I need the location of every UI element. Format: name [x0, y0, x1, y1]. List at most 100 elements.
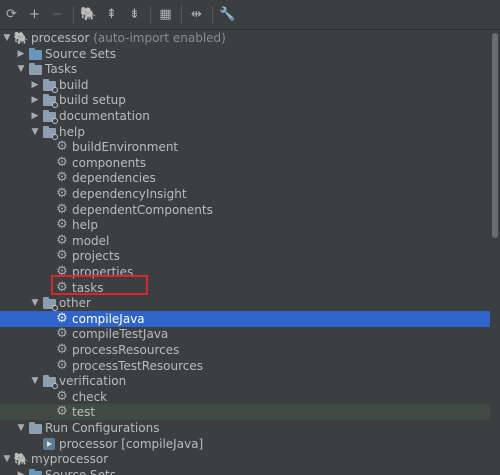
task-row[interactable]: ⚙ dependencyInsight	[0, 186, 490, 202]
tree-node-label: verification	[59, 374, 127, 389]
scrollbar-thumb[interactable]	[492, 33, 498, 238]
tree-node-label: compileJava	[72, 311, 145, 326]
expand-all-icon[interactable]: ⇞	[102, 4, 121, 26]
tree-node-label: test	[72, 405, 96, 420]
expand-arrow-open-icon[interactable]: ▼	[16, 420, 26, 436]
tree-node-label: documentation	[59, 109, 150, 123]
add-icon[interactable]: +	[25, 4, 44, 26]
task-row[interactable]: ⚙ projects	[0, 248, 490, 264]
tree-node-row[interactable]: ▼ Run Configurations	[0, 420, 490, 436]
task-group-folder-icon	[42, 296, 58, 312]
tree-node-label: dependencyInsight	[72, 187, 187, 201]
gear-icon: ⚙	[56, 404, 68, 420]
expand-arrow-closed-icon[interactable]: ▶	[16, 46, 26, 62]
expand-arrow-closed-icon[interactable]: ▶	[30, 92, 40, 108]
tree-node-label: myprocessor	[31, 452, 109, 467]
toolbar-separator	[181, 5, 182, 24]
toolbar-separator	[73, 5, 74, 24]
expand-arrow-closed-icon[interactable]: ▶	[30, 77, 40, 93]
tree-node-label: buildEnvironment	[72, 140, 179, 155]
expand-arrow-open-icon[interactable]: ▼	[2, 451, 12, 467]
task-row[interactable]: ⚙ processTestResources	[0, 358, 490, 374]
task-row[interactable]: ⚙ compileJava	[0, 310, 490, 327]
tree-node-label: processResources	[72, 343, 180, 357]
gear-icon: ⚙	[56, 342, 68, 357]
folder-icon	[28, 421, 42, 435]
tree-node-label: projects	[72, 249, 120, 264]
gear-icon: ⚙	[56, 154, 68, 170]
tree-node-row[interactable]: ▼ other	[0, 295, 490, 312]
task-row[interactable]: ⚙ properties	[0, 264, 490, 280]
tree-node-label: components	[72, 155, 147, 170]
task-group-folder-icon	[42, 125, 58, 140]
task-row[interactable]: ⚙ tasks	[0, 280, 490, 296]
gradle-projects-tree: ▼ 🐘 processor (auto-import enabled) ▶ Source…	[0, 30, 490, 475]
vertical-scrollbar[interactable]	[490, 30, 500, 475]
tree-node-label: dependencies	[72, 171, 156, 186]
gear-icon: ⚙	[56, 232, 68, 248]
task-row[interactable]: ⚙ dependencies	[0, 170, 490, 186]
tree-node-label: help	[59, 124, 85, 139]
tree-node-label: Tasks	[45, 62, 78, 77]
task-row[interactable]: ⚙ components	[0, 155, 490, 171]
task-group-folder-icon	[42, 109, 58, 124]
task-row[interactable]: ⚙ help	[0, 217, 490, 233]
gear-icon: ⚙	[56, 279, 68, 295]
tree-node-label: properties	[72, 265, 134, 279]
tree-node-label: Run Configurations	[45, 421, 160, 435]
expand-arrow-open-icon[interactable]: ▼	[30, 373, 40, 389]
gear-icon: ⚙	[56, 170, 68, 186]
task-row[interactable]: ⚙ compileTestJava	[0, 326, 490, 342]
toggle-offline-icon[interactable]: ⇹	[187, 4, 206, 26]
expand-arrow-open-icon[interactable]: ▼	[30, 124, 40, 140]
expand-arrow-open-icon[interactable]: ▼	[2, 30, 12, 46]
gear-icon: ⚙	[56, 310, 68, 326]
tree-node-row[interactable]: ▼ 🐘 processor (auto-import enabled)	[0, 30, 490, 46]
task-group-folder-icon	[42, 78, 58, 93]
refresh-icon[interactable]: ⟳	[2, 4, 21, 26]
task-row[interactable]: ⚙ test	[0, 404, 490, 421]
expand-arrow-open-icon[interactable]: ▼	[16, 61, 26, 77]
task-row[interactable]: ⚙ dependentComponents	[0, 202, 490, 218]
folder-icon	[28, 62, 42, 76]
settings-wrench-icon[interactable]: 🔧	[218, 4, 237, 26]
gear-icon: ⚙	[56, 357, 68, 373]
gear-icon: ⚙	[56, 139, 68, 155]
task-row[interactable]: ⚙ processResources	[0, 342, 490, 358]
tree-node-label: processor (auto-import enabled)	[31, 31, 226, 45]
gear-icon: ⚙	[56, 201, 68, 217]
gear-icon: ⚙	[56, 248, 68, 264]
expand-arrow-closed-icon[interactable]: ▶	[30, 108, 40, 124]
tree-node-row[interactable]: ▶ build setup	[0, 92, 490, 109]
tree-node-row[interactable]: ▶ build	[0, 77, 490, 93]
expand-arrow-closed-icon[interactable]: ▶	[16, 467, 26, 475]
tree-node-row[interactable]: ▶ Source Sets	[0, 46, 490, 62]
tree-node-label: other	[59, 296, 91, 311]
attach-project-icon[interactable]: ▦	[156, 4, 175, 26]
task-row[interactable]: ⚙ buildEnvironment	[0, 139, 490, 155]
tree-node-label: build	[59, 77, 89, 92]
tree-node-label: processor [compileJava]	[59, 436, 204, 451]
collapse-all-icon[interactable]: ⇟	[125, 4, 144, 26]
tree-node-row[interactable]: ▶ Source Sets	[0, 467, 490, 475]
tree-node-label: check	[72, 389, 108, 404]
gear-icon: ⚙	[56, 186, 68, 201]
remove-icon: −	[52, 7, 63, 22]
task-group-folder-icon	[42, 93, 58, 109]
tree-node-label: compileTestJava	[72, 327, 169, 342]
auto-import-status: (auto-import enabled)	[89, 31, 226, 45]
gear-icon: ⚙	[56, 217, 68, 233]
tree-node-label: processTestResources	[72, 358, 204, 373]
tree-node-row[interactable]: ▼ 🐘 myprocessor	[0, 451, 490, 467]
tree-node-row[interactable]: ▼ help	[0, 124, 490, 140]
gradle-elephant-icon[interactable]: 🐘	[79, 4, 98, 26]
tree-node-row[interactable]: ▼ verification	[0, 373, 490, 390]
task-row[interactable]: ⚙ check	[0, 389, 490, 405]
tree-node-row[interactable]: processor [compileJava]	[0, 436, 490, 452]
source-folder-icon	[28, 468, 42, 475]
expand-arrow-open-icon[interactable]: ▼	[30, 295, 40, 311]
tree-node-row[interactable]: ▼ Tasks	[0, 61, 490, 77]
tree-node-label: model	[72, 233, 110, 248]
task-row[interactable]: ⚙ model	[0, 233, 490, 249]
tree-node-row[interactable]: ▶ documentation	[0, 108, 490, 124]
